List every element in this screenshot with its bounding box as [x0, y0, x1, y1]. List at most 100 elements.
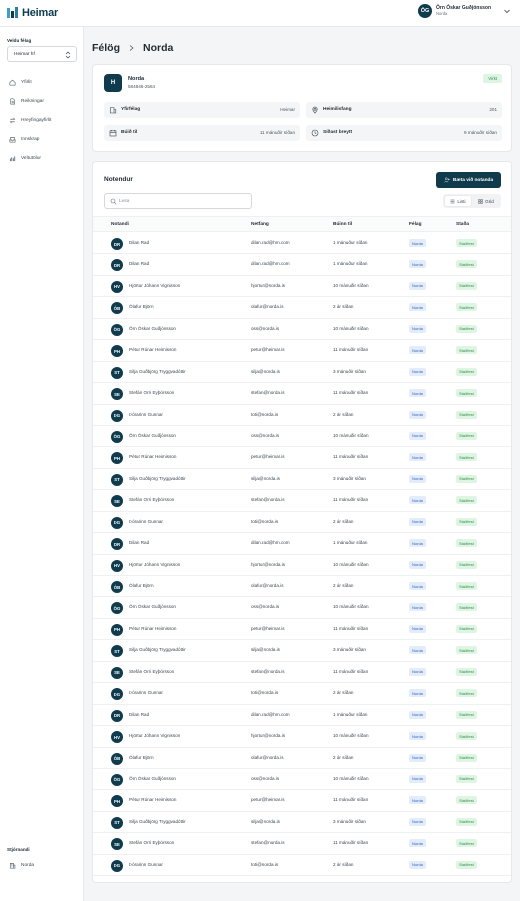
table-row[interactable]: SE Stefán Orri Eyþórsson stefan@norda.is 11…: [93, 383, 511, 405]
table-row[interactable]: PH Pétur Rúnar Heimisson petur@heimar.is 11…: [93, 447, 511, 469]
org-tag: Norda: [409, 839, 426, 848]
admin-section-label: Stjórnandi: [7, 847, 30, 852]
created-at: 2 ár síðan: [333, 583, 354, 588]
breadcrumb-parent[interactable]: Félög: [92, 42, 120, 54]
created-at: 11 mánuðir síðan: [333, 668, 369, 674]
table-row[interactable]: ÓB Ólafur Björn olafur@norda.is 2 ár síðan N…: [93, 748, 511, 769]
user-name: Hjörtur Jóhann Vignisson: [129, 561, 181, 567]
user-name: Örn Óskar Guðjónsson: [129, 775, 176, 781]
table-row[interactable]: PH Pétur Rúnar Heimisson petur@heimar.is 11…: [93, 340, 511, 362]
status-badge: Staðfest: [456, 860, 477, 869]
org-tag: Norda: [409, 346, 426, 355]
table-row[interactable]: ST Silja Guðbjörg Tryggvadóttir silja@nord…: [93, 812, 511, 834]
avatar: SE: [111, 838, 123, 851]
table-row[interactable]: ÞG Þórarinn Gunnar toti@norda.is 2 ár síðan…: [93, 683, 511, 705]
avatar: ÞG: [111, 859, 123, 872]
avatar: DR: [111, 709, 123, 722]
created-at: 2 ár síðan: [333, 690, 354, 696]
list-icon: [450, 199, 455, 203]
user-email: petur@heimar.is: [251, 797, 285, 803]
avatar: PH: [111, 345, 123, 358]
user-email: dilan.rad@hm.com: [251, 540, 290, 546]
search-input[interactable]: [119, 196, 247, 207]
column-header[interactable]: Félag: [409, 222, 422, 227]
view-grid-button[interactable]: Grid: [473, 196, 499, 206]
table-row[interactable]: ST Silja Guðbjörg Tryggvadóttir silja@nord…: [93, 469, 511, 491]
sidebar-item-yfirlit[interactable]: Yfirlit: [6, 73, 78, 91]
avatar: ÖG: [111, 430, 123, 443]
table-row[interactable]: DR Dilan Rad dilan.rad@hm.com 1 mánuður síð…: [93, 254, 511, 276]
sidebar-item-hreyfingayfirlit[interactable]: Hreyfingayfirlit: [6, 111, 78, 129]
user-name: Silja Guðbjörg Tryggvadóttir: [129, 647, 186, 653]
created-at: 11 mánuðir síðan: [333, 454, 369, 460]
status-badge: Staðfest: [456, 796, 477, 805]
org-tag: Norda: [409, 474, 426, 483]
info-address: Heimilisfang 201: [306, 102, 502, 118]
table-row[interactable]: ÖG Örn Óskar Guðjónsson oss@norda.is 10 mán…: [93, 597, 511, 619]
add-user-label: Bæta við notanda: [452, 177, 494, 183]
logo[interactable]: Heimar: [6, 5, 58, 20]
view-list-button[interactable]: Listi: [445, 196, 471, 206]
chevron-down-icon[interactable]: [503, 7, 511, 15]
table-row[interactable]: ST Silja Guðbjörg Tryggvadóttir silja@nord…: [93, 640, 511, 662]
table-row[interactable]: ÓB Ólafur Björn olafur@norda.is 2 ár síðan N…: [93, 297, 511, 319]
org-tag: Norda: [409, 496, 426, 505]
table-row[interactable]: SE Stefán Orri Eyþórsson stefan@norda.is 11…: [93, 662, 511, 684]
table-row[interactable]: ÓB Ólafur Björn olafur@norda.is 2 ár síðan N…: [93, 576, 511, 598]
sidebar-item-innskrap[interactable]: Innskrap: [6, 130, 78, 148]
org-tag: Norda: [409, 303, 426, 312]
avatar: HV: [111, 280, 123, 293]
sidebar-item-reikningar[interactable]: Reikningar: [6, 92, 78, 110]
avatar: ÖG: [111, 773, 123, 786]
created-at: 3 mánuðir síðan: [333, 818, 366, 824]
org-tag: Norda: [409, 796, 426, 805]
user-menu[interactable]: ÖG Örn Óskar Guðjónsson Norda: [417, 4, 511, 18]
avatar: SE: [111, 495, 123, 508]
info-value: Heimar: [280, 107, 295, 112]
status-badge: Staðfest: [456, 710, 477, 719]
table-row[interactable]: DR Dilan Rad dilan.rad@hm.com 1 mánuður síð…: [93, 705, 511, 727]
table-row[interactable]: ST Silja Guðbjörg Tryggvadóttir silja@nord…: [93, 362, 511, 384]
avatar: ST: [111, 645, 123, 658]
table-row[interactable]: ÖG Örn Óskar Guðjónsson oss@norda.is 10 mán…: [93, 769, 511, 791]
table-row[interactable]: ÞG Þórarinn Gunnar toti@norda.is 2 ár síðan…: [93, 855, 511, 877]
avatar: ÖG: [111, 323, 123, 336]
status-badge: Staðfest: [456, 624, 477, 633]
avatar: ST: [111, 816, 123, 829]
table-row[interactable]: DR Dilan Rad dilan.rad@hm.com 1 mánuður síð…: [93, 533, 511, 555]
table-row[interactable]: PH Pétur Rúnar Heimisson petur@heimar.is 11…: [93, 790, 511, 812]
created-at: 1 mánuður síðan: [333, 261, 368, 267]
sidebar-item-admin-norda[interactable]: Norda: [9, 862, 34, 869]
user-name: Dilan Rad: [129, 240, 150, 245]
column-header[interactable]: Notandi: [111, 222, 129, 227]
sidebar-item-label: Hreyfingayfirlit: [21, 117, 52, 123]
user-name: Dilan Rad: [129, 540, 150, 546]
user-org: Norda: [435, 10, 448, 16]
table-row[interactable]: PH Pétur Rúnar Heimisson petur@heimar.is 11…: [93, 619, 511, 641]
org-select[interactable]: Heimar hf: [7, 46, 77, 62]
org-tag: Norda: [409, 324, 426, 333]
table-row[interactable]: HV Hjörtur Jóhann Vignisson hjortur@norda.…: [93, 726, 511, 748]
table-row[interactable]: ÞG Þórarinn Gunnar toti@norda.is 2 ár síðan…: [93, 405, 511, 426]
table-row[interactable]: SE Stefán Orri Eyþórsson stefan@norda.is 11…: [93, 490, 511, 512]
table-row[interactable]: DR Dilan Rad dilan.rad@hm.com 1 mánuður síð…: [93, 233, 511, 255]
column-header[interactable]: Netfang: [251, 222, 269, 227]
building-icon: [110, 107, 117, 114]
column-header[interactable]: Staða: [456, 222, 469, 227]
sidebar-nav: Yfirlit Reikningar Hreyfingayfirlit Inns…: [6, 73, 78, 168]
table-row[interactable]: ÖG Örn Óskar Guðjónsson oss@norda.is 10 mán…: [93, 426, 511, 448]
info-parent-org: Yfirfélag Heimar: [104, 102, 300, 118]
column-header[interactable]: Búinn til: [333, 222, 352, 227]
table-row[interactable]: HV Hjörtur Jóhann Vignisson hjortur@norda.…: [93, 555, 511, 576]
table-row[interactable]: ÖG Örn Óskar Guðjónsson oss@norda.is 10 mán…: [93, 319, 511, 341]
sidebar-item-veltutolur[interactable]: Veltutölur: [6, 149, 78, 167]
info-modified: Síðast breytt 9 mánuðir síðan: [306, 125, 502, 141]
table-row[interactable]: SE Stefán Orri Eyþórsson stefan@norda.is 11…: [93, 833, 511, 855]
created-at: 11 mánuðir síðan: [333, 625, 369, 631]
user-name: Pétur Rúnar Heimisson: [129, 454, 177, 460]
table-row[interactable]: HV Hjörtur Jóhann Vignisson hjortur@norda.…: [93, 276, 511, 298]
info-value: 11 mánuðir síðan: [259, 130, 295, 135]
grid-icon: [478, 198, 483, 204]
add-user-button[interactable]: Bæta við notanda: [436, 172, 501, 188]
table-row[interactable]: ÞG Þórarinn Gunnar toti@norda.is 2 ár síðan…: [93, 512, 511, 534]
